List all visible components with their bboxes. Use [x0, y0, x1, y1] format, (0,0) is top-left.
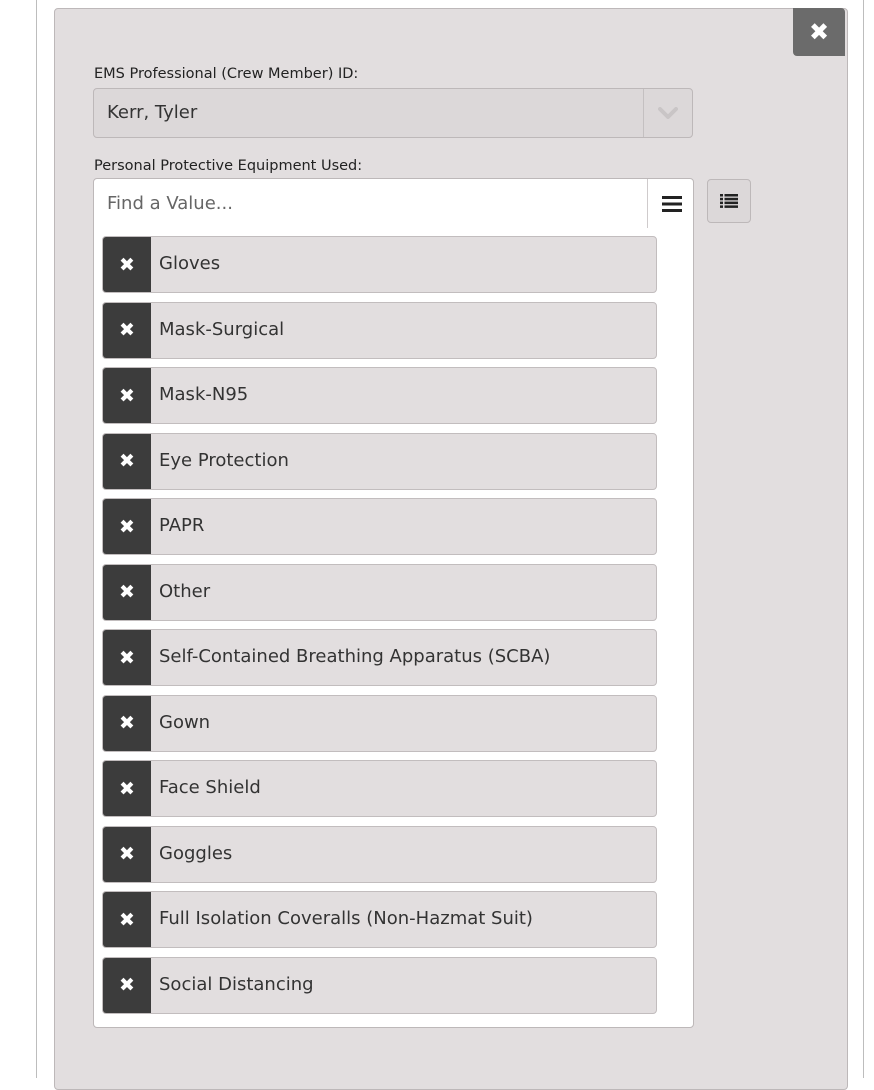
ppe-chip-face-shield: ✖ Face Shield: [102, 760, 657, 817]
remove-icon: ✖: [119, 646, 135, 669]
chip-label: Mask-N95: [159, 384, 249, 405]
remove-icon: ✖: [119, 712, 135, 734]
remove-chip-button[interactable]: ✖: [103, 302, 151, 358]
remove-chip-button[interactable]: ✖: [103, 237, 151, 292]
ppe-chip-other: ✖ Other: [102, 563, 657, 621]
remove-chip-button[interactable]: ✖: [103, 761, 151, 816]
chip-label: Other: [159, 580, 211, 602]
ppe-chip-social-distancing: ✖ Social Distancing: [102, 956, 657, 1014]
find-value-input[interactable]: [94, 179, 646, 228]
ppe-label: Personal Protective Equipment Used:: [94, 158, 363, 174]
chip-label: PAPR: [159, 515, 205, 536]
ppe-chip-eye-protection: ✖ Eye Protection: [102, 432, 657, 490]
remove-chip-button[interactable]: ✖: [103, 564, 151, 620]
ppe-chip-papr: ✖ PAPR: [102, 498, 657, 555]
remove-chip-button[interactable]: ✖: [103, 368, 151, 423]
chevron-down-icon: [658, 107, 678, 119]
crew-member-selected-value: Kerr, Tyler: [107, 102, 198, 123]
list-icon: [720, 194, 738, 208]
remove-icon: ✖: [119, 843, 135, 865]
remove-chip-button[interactable]: ✖: [103, 433, 151, 489]
crew-member-select[interactable]: Kerr, Tyler: [93, 88, 693, 138]
remove-chip-button[interactable]: ✖: [103, 826, 151, 882]
ppe-chip-full-isolation-coveralls: ✖ Full Isolation Coveralls (Non-Hazmat S…: [102, 891, 657, 948]
chip-label: Full Isolation Coveralls (Non-Hazmat Sui…: [159, 908, 533, 929]
ppe-chip-mask-n95: ✖ Mask-N95: [102, 367, 657, 424]
remove-icon: ✖: [119, 908, 135, 931]
chip-label: Eye Protection: [159, 449, 289, 471]
remove-icon: ✖: [119, 777, 135, 800]
remove-chip-button[interactable]: ✖: [103, 892, 151, 947]
remove-chip-button[interactable]: ✖: [103, 499, 151, 554]
chip-label: Mask-Surgical: [159, 318, 285, 340]
remove-icon: ✖: [119, 253, 135, 276]
remove-icon: ✖: [119, 319, 135, 341]
list-view-button[interactable]: [707, 179, 751, 223]
ppe-chip-gown: ✖ Gown: [102, 694, 657, 752]
ppe-chip-goggles: ✖ Goggles: [102, 825, 657, 883]
close-panel-button[interactable]: ✖: [793, 8, 845, 56]
select-dropdown-toggle[interactable]: [643, 89, 692, 137]
chip-label: Social Distancing: [159, 973, 314, 995]
value-menu-button[interactable]: [647, 179, 695, 228]
crew-member-label: EMS Professional (Crew Member) ID:: [94, 66, 359, 82]
chip-label: Gloves: [159, 253, 221, 274]
remove-icon: ✖: [119, 384, 135, 407]
close-icon: ✖: [808, 18, 830, 46]
ppe-chip-gloves: ✖ Gloves: [102, 236, 657, 293]
chip-label: Goggles: [159, 842, 233, 864]
chip-label: Face Shield: [159, 777, 261, 798]
remove-icon: ✖: [119, 581, 135, 603]
remove-icon: ✖: [119, 515, 135, 538]
chip-label: Gown: [159, 711, 211, 733]
remove-icon: ✖: [119, 450, 135, 472]
hamburger-menu-icon: [661, 195, 682, 212]
remove-chip-button[interactable]: ✖: [103, 695, 151, 751]
remove-chip-button[interactable]: ✖: [103, 957, 151, 1013]
chip-label: Self-Contained Breathing Apparatus (SCBA…: [159, 646, 551, 667]
ppe-chip-mask-surgical: ✖ Mask-Surgical: [102, 301, 657, 359]
ppe-chip-scba: ✖ Self-Contained Breathing Apparatus (SC…: [102, 629, 657, 686]
remove-chip-button[interactable]: ✖: [103, 630, 151, 685]
remove-icon: ✖: [119, 974, 135, 996]
